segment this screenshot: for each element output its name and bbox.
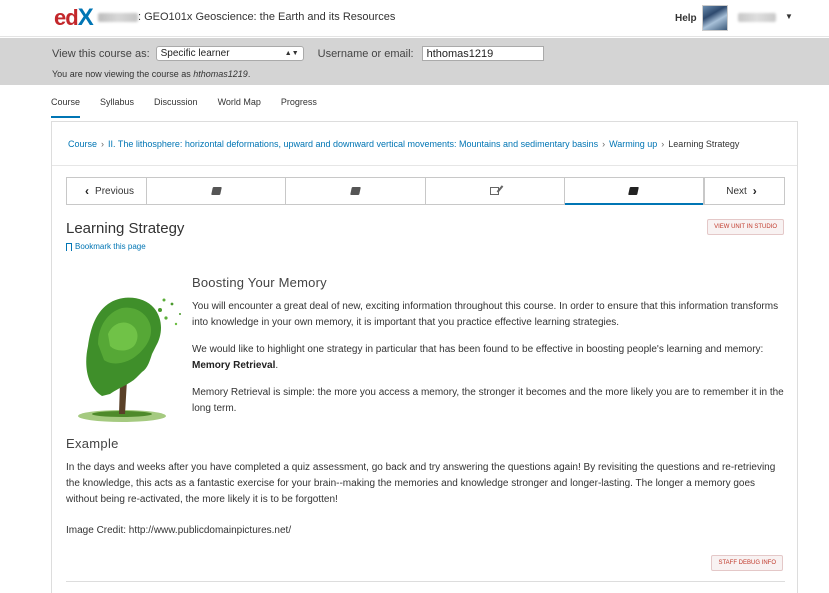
view-as-value: Specific learner <box>160 48 230 59</box>
bookmark-button[interactable]: Bookmark this page <box>66 242 146 251</box>
logo-ed: ed <box>54 5 79 30</box>
view-as-label: View this course as: <box>52 47 150 60</box>
bookmark-label: Bookmark this page <box>75 242 146 251</box>
breadcrumb-separator: › <box>101 139 105 149</box>
article-body: Boosting Your Memory You will encounter … <box>192 275 788 428</box>
course-tabs: Course Syllabus Discussion World Map Pro… <box>51 97 337 118</box>
tab-syllabus[interactable]: Syllabus <box>100 97 134 118</box>
sequence-item-3[interactable] <box>426 178 565 204</box>
example-heading: Example <box>66 436 119 451</box>
viewing-suffix: . <box>247 69 251 79</box>
course-org-redacted <box>98 13 138 22</box>
bottom-divider <box>66 581 785 582</box>
sequence-nav: ‹ Previous Next › <box>66 177 785 205</box>
viewing-note: You are now viewing the course as hthoma… <box>52 69 250 79</box>
username-input[interactable] <box>421 46 544 61</box>
breadcrumb-divider <box>52 165 797 166</box>
edx-logo[interactable]: ed X <box>54 4 94 31</box>
article-paragraph-1: You will encounter a great deal of new, … <box>192 301 779 328</box>
image-credit: Image Credit: http://www.publicdomainpic… <box>66 525 292 536</box>
breadcrumb-course[interactable]: Course <box>68 139 97 149</box>
article-heading: Boosting Your Memory <box>192 275 327 290</box>
chevron-left-icon: ‹ <box>85 184 90 198</box>
caret-down-icon[interactable]: ▼ <box>785 12 793 21</box>
breadcrumb-section[interactable]: II. The lithosphere: horizontal deformat… <box>108 139 598 149</box>
help-link[interactable]: Help <box>675 13 697 24</box>
bookmark-icon <box>66 242 72 251</box>
course-content: Course › II. The lithosphere: horizontal d… <box>51 122 798 593</box>
course-title: : GEO101x Geoscience: the Earth and its … <box>138 11 396 23</box>
breadcrumb-subsection[interactable]: Warming up <box>609 139 657 149</box>
book-icon <box>210 187 222 195</box>
view-in-studio-button[interactable]: VIEW UNIT IN STUDIO <box>707 219 784 235</box>
sequence-item-4[interactable] <box>564 178 704 205</box>
previous-label: Previous <box>95 185 134 197</box>
view-as-select[interactable]: Specific learner ▲▼ <box>155 46 304 61</box>
breadcrumb-separator: › <box>602 139 606 149</box>
unit-title: Learning Strategy <box>66 220 185 237</box>
paragraph-2-bold: Memory Retrieval <box>192 360 276 371</box>
tab-course[interactable]: Course <box>51 97 81 118</box>
next-button[interactable]: Next › <box>704 178 784 204</box>
next-label: Next <box>726 185 747 197</box>
paragraph-2-prefix: We would like to highlight one strategy … <box>192 344 764 355</box>
staff-debug-button[interactable]: STAFF DEBUG INFO <box>711 555 783 571</box>
logo-x: X <box>77 4 94 31</box>
example-paragraph: In the days and weeks after you have com… <box>66 462 776 505</box>
breadcrumb: Course › II. The lithosphere: horizontal d… <box>68 139 739 149</box>
username-label: Username or email: <box>317 47 414 60</box>
view-as-row: View this course as: Specific learner ▲▼… <box>52 46 544 61</box>
sequence-item-1[interactable] <box>147 178 287 204</box>
article-paragraph-2: We would like to highlight one strategy … <box>192 342 788 374</box>
breadcrumb-current: Learning Strategy <box>668 139 740 149</box>
tab-progress[interactable]: Progress <box>281 97 317 118</box>
site-header: ed X : GEO101x Geoscience: the Earth and … <box>0 0 829 37</box>
username-redacted[interactable] <box>738 13 776 22</box>
chevron-right-icon: › <box>752 184 757 198</box>
edit-icon <box>490 187 500 195</box>
sequence-item-2[interactable] <box>286 178 426 204</box>
paragraph-2-suffix: . <box>275 360 279 371</box>
tab-discussion[interactable]: Discussion <box>154 97 198 118</box>
user-avatar[interactable] <box>702 5 728 31</box>
book-icon <box>350 187 361 195</box>
select-arrows-icon: ▲▼ <box>284 50 299 57</box>
book-icon <box>628 187 640 195</box>
article-paragraph-3: Memory Retrieval is simple: the more you… <box>192 387 784 414</box>
staff-preview-bar: View this course as: Specific learner ▲▼… <box>0 38 829 85</box>
breadcrumb-separator: › <box>661 139 665 149</box>
viewing-user: hthomas1219 <box>193 69 248 79</box>
viewing-prefix: You are now viewing the course as <box>52 69 194 79</box>
head-tree-image <box>78 297 181 422</box>
previous-button[interactable]: ‹ Previous <box>67 178 147 204</box>
tab-world-map[interactable]: World Map <box>218 97 261 118</box>
